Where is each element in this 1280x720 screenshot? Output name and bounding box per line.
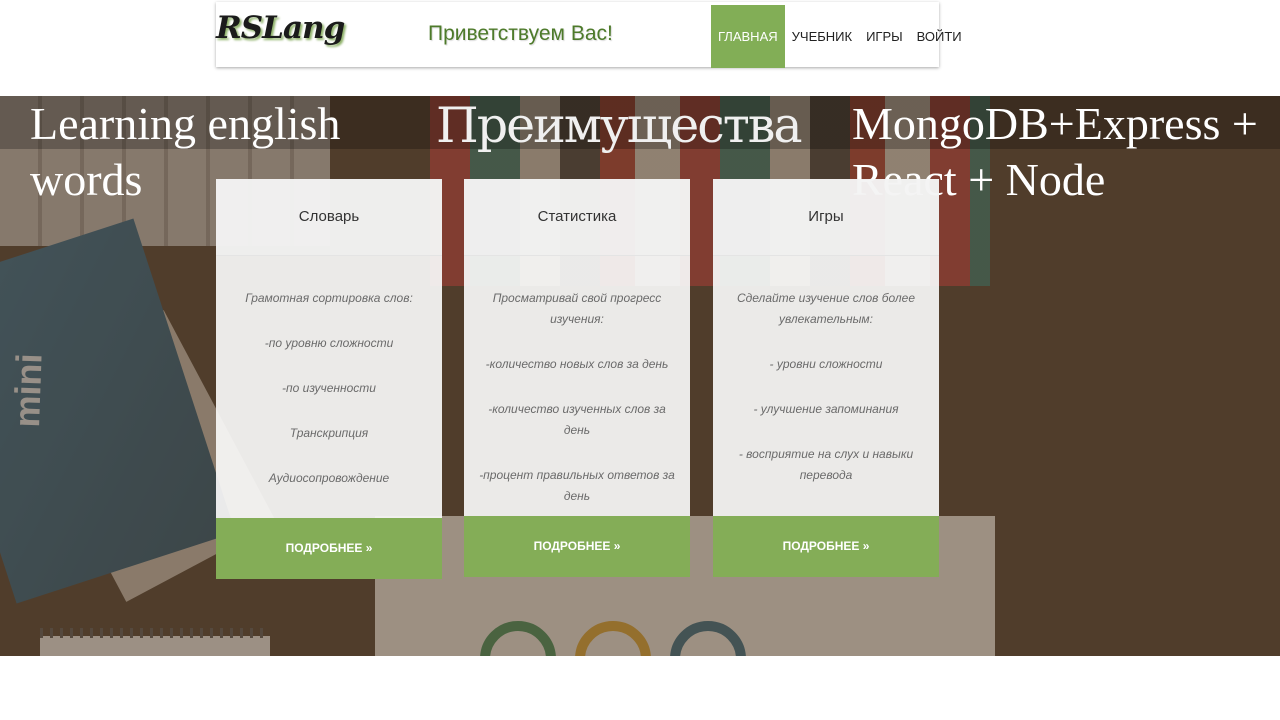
more-button-dictionary[interactable]: ПОДРОБНЕЕ » bbox=[216, 518, 442, 579]
main-nav: ГЛАВНАЯ УЧЕБНИК ИГРЫ ВОЙТИ bbox=[711, 5, 969, 68]
card-line: Транскрипция bbox=[289, 426, 369, 440]
card-body: Просматривай свой прогресс изучения: -ко… bbox=[464, 256, 690, 507]
feature-card-dictionary: Словарь Грамотная сортировка слов: -по у… bbox=[216, 179, 442, 579]
card-title: Словарь bbox=[216, 179, 442, 256]
card-line: Сделайте изучение слов более увлекательн… bbox=[736, 291, 916, 326]
card-line: Просматривай свой прогресс изучения: bbox=[492, 291, 662, 326]
greeting-text: Приветствуем Вас! bbox=[428, 22, 613, 45]
site-logo[interactable]: RSLang bbox=[216, 10, 345, 46]
card-title: Статистика bbox=[464, 179, 690, 256]
card-line: -количество новых слов за день bbox=[485, 357, 669, 371]
nav-item-login[interactable]: ВОЙТИ bbox=[910, 5, 969, 68]
card-line: -по уровню сложности bbox=[264, 336, 394, 350]
card-line: -по изученности bbox=[282, 381, 376, 395]
nav-item-main[interactable]: ГЛАВНАЯ bbox=[711, 5, 785, 68]
card-line: Аудиосопровождение bbox=[268, 471, 390, 485]
more-button-games[interactable]: ПОДРОБНЕЕ » bbox=[713, 516, 939, 577]
card-body: Сделайте изучение слов более увлекательн… bbox=[713, 256, 939, 486]
feature-card-games: Игры Сделайте изучение слов более увлека… bbox=[713, 179, 939, 577]
card-line: -процент правильных ответов за день bbox=[479, 468, 675, 503]
site-header: RSLang Приветствуем Вас! ГЛАВНАЯ УЧЕБНИК… bbox=[216, 2, 962, 68]
feature-card-statistics: Статистика Просматривай свой прогресс из… bbox=[464, 179, 690, 577]
more-button-statistics[interactable]: ПОДРОБНЕЕ » bbox=[464, 516, 690, 577]
card-body: Грамотная сортировка слов: -по уровню сл… bbox=[216, 256, 442, 489]
card-line: Грамотная сортировка слов: bbox=[245, 291, 413, 305]
nav-item-games[interactable]: ИГРЫ bbox=[859, 5, 910, 68]
card-title: Игры bbox=[713, 179, 939, 256]
card-line: - уровни сложности bbox=[769, 357, 883, 371]
advantages-heading: Преимущества bbox=[436, 97, 803, 154]
card-line: - восприятие на слух и навыки перевода bbox=[738, 447, 914, 482]
card-line: -количество изученных слов за день bbox=[488, 402, 666, 437]
nav-item-textbook[interactable]: УЧЕБНИК bbox=[785, 5, 859, 68]
card-line: - улучшение запоминания bbox=[753, 402, 899, 416]
